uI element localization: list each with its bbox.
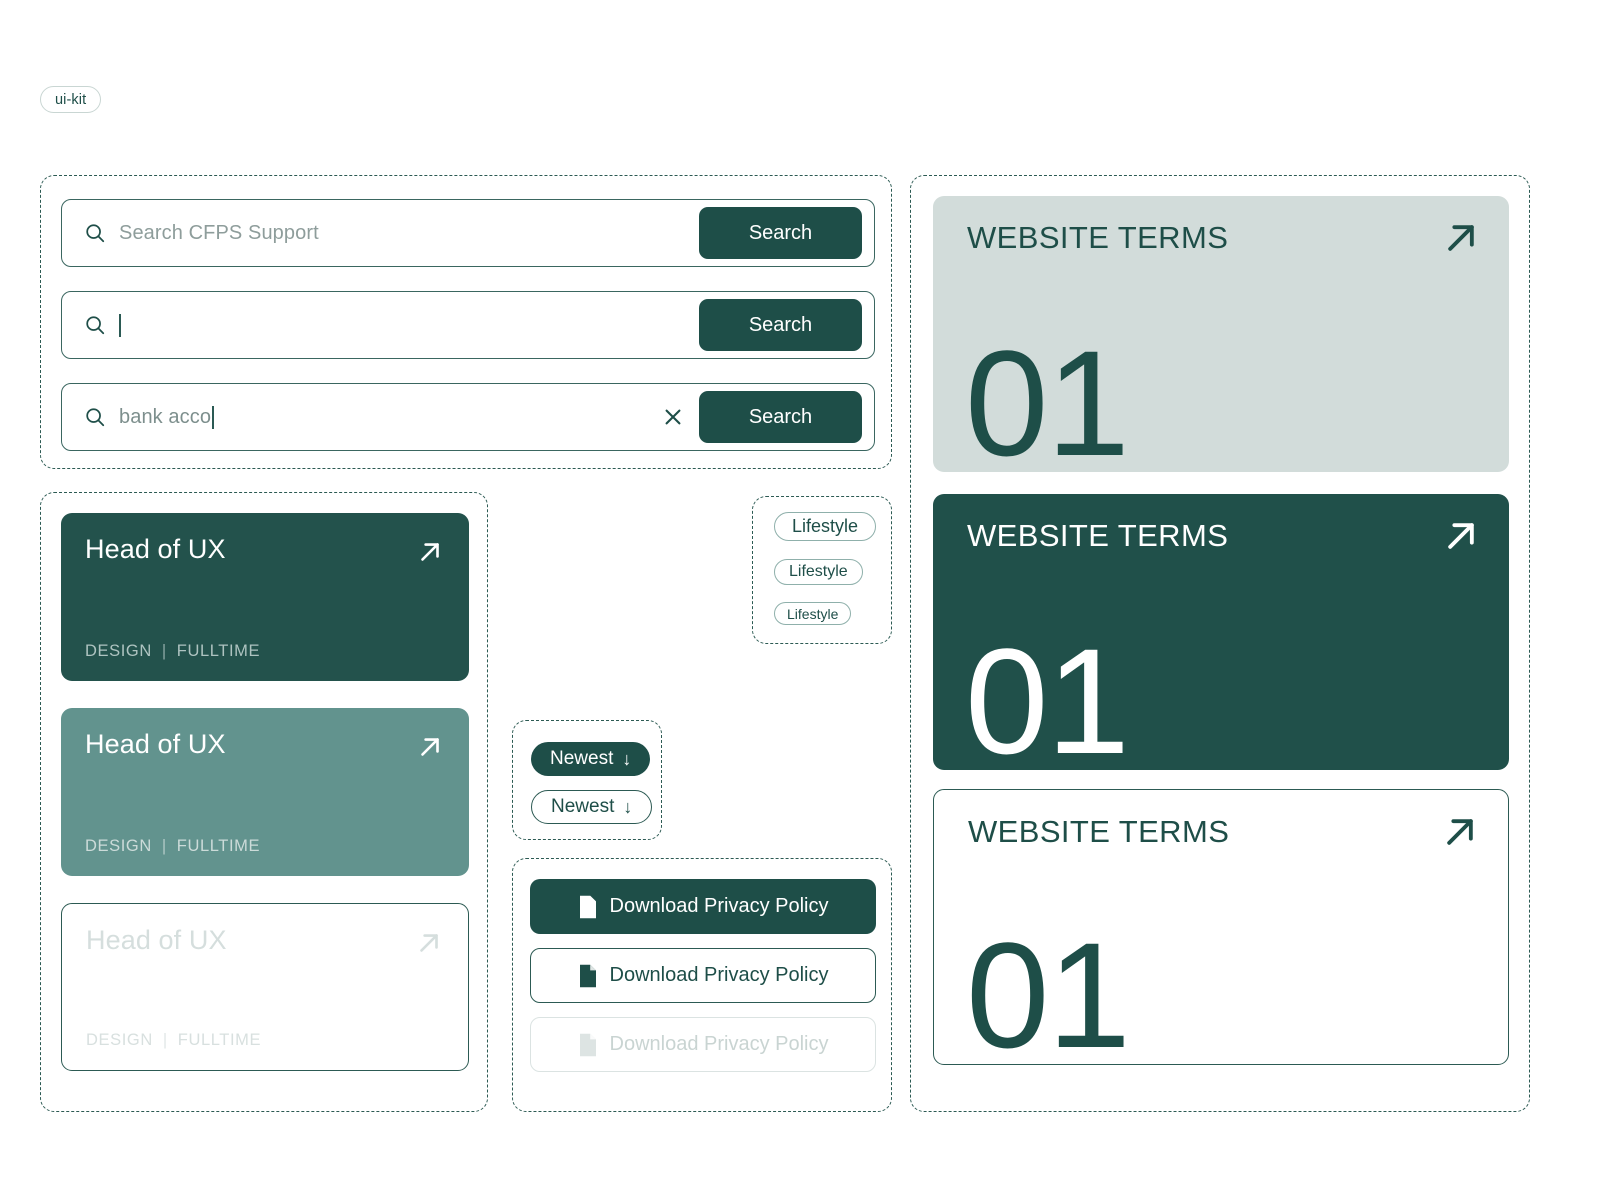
arrow-down-icon: ↓ [623, 797, 633, 817]
website-terms-title: WEBSITE TERMS [967, 518, 1229, 553]
website-terms-header: WEBSITE TERMS [968, 816, 1480, 852]
download-button-variants-frame: Download Privacy Policy Download Privacy… [512, 858, 892, 1112]
tag-pill-variants-frame: Lifestyle Lifestyle Lifestyle [752, 496, 892, 644]
arrow-up-right-icon [415, 537, 445, 567]
search-bar-placeholder[interactable]: Search CFPS Support Search [61, 199, 875, 267]
search-bar-with-value[interactable]: bank acco Search [61, 383, 875, 451]
search-icon [84, 222, 106, 244]
download-button-label: Download Privacy Policy [609, 895, 829, 917]
job-category: DESIGN [86, 1031, 153, 1049]
arrow-up-right-icon [415, 732, 445, 762]
website-terms-header: WEBSITE TERMS [967, 222, 1481, 258]
website-terms-card[interactable]: WEBSITE TERMS 01 [933, 494, 1509, 776]
job-category: DESIGN [85, 837, 152, 855]
job-card[interactable]: Head of UX DESIGN | FULLTIME [61, 513, 469, 681]
tag-pill[interactable]: Lifestyle [774, 602, 852, 625]
search-icon [84, 406, 106, 428]
job-card-header: Head of UX [85, 730, 445, 762]
website-terms-card[interactable]: WEBSITE TERMS 01 [933, 789, 1509, 1070]
website-terms-number: 01 [965, 617, 1130, 785]
sort-button-label: Newest [550, 748, 614, 769]
search-button[interactable]: Search [699, 207, 862, 259]
job-employment-type: FULLTIME [176, 837, 261, 855]
tag-pill[interactable]: Lifestyle [774, 512, 877, 541]
download-button-label: Download Privacy Policy [609, 1033, 829, 1055]
job-employment-type: FULLTIME [176, 642, 261, 660]
ui-kit-tag: ui-kit [40, 86, 102, 113]
website-terms-number: 01 [965, 319, 1130, 487]
ui-kit-page: ui-kit Search CFPS Support Search Search [0, 0, 1600, 1200]
pdf-file-icon [578, 895, 598, 919]
download-privacy-policy-button-filled[interactable]: Download Privacy Policy [530, 879, 876, 934]
text-cursor [119, 313, 121, 337]
job-meta: DESIGN | FULLTIME [85, 642, 260, 661]
job-card-header: Head of UX [86, 926, 444, 958]
search-placeholder-text: Search CFPS Support [119, 221, 319, 244]
pdf-file-icon [578, 1033, 598, 1057]
download-privacy-policy-button-outlined[interactable]: Download Privacy Policy [530, 948, 876, 1003]
meta-separator: | [161, 642, 167, 660]
job-employment-type: FULLTIME [177, 1031, 262, 1049]
job-title: Head of UX [86, 925, 227, 955]
sort-newest-button-outlined[interactable]: Newest ↓ [531, 790, 653, 824]
sort-button-variants-frame: Newest ↓ Newest ↓ [512, 720, 662, 840]
sort-button-label: Newest [551, 796, 615, 817]
arrow-up-right-icon [414, 928, 444, 958]
search-button[interactable]: Search [699, 299, 862, 351]
job-title: Head of UX [85, 534, 226, 564]
arrow-up-right-icon [1440, 812, 1480, 852]
website-terms-title: WEBSITE TERMS [967, 220, 1229, 255]
website-terms-variants-frame: WEBSITE TERMS 01 WEBSITE TERMS 01 WEBSIT… [910, 175, 1530, 1112]
pdf-file-icon [578, 964, 598, 988]
close-icon[interactable] [662, 406, 684, 428]
search-button[interactable]: Search [699, 391, 862, 443]
website-terms-card[interactable]: WEBSITE TERMS 01 [933, 196, 1509, 478]
website-terms-title: WEBSITE TERMS [968, 814, 1230, 849]
website-terms-number: 01 [966, 911, 1131, 1079]
meta-separator: | [162, 1031, 168, 1049]
job-card[interactable]: Head of UX DESIGN | FULLTIME [61, 708, 469, 876]
job-meta: DESIGN | FULLTIME [85, 837, 260, 856]
arrow-up-right-icon [1441, 218, 1481, 258]
job-title: Head of UX [85, 729, 226, 759]
job-meta: DESIGN | FULLTIME [86, 1031, 261, 1050]
tag-pill[interactable]: Lifestyle [774, 559, 863, 585]
website-terms-header: WEBSITE TERMS [967, 520, 1481, 556]
search-variants-frame: Search CFPS Support Search Search bank a… [40, 175, 892, 469]
download-button-label: Download Privacy Policy [609, 964, 829, 986]
meta-separator: | [161, 837, 167, 855]
search-input-value: bank acco [119, 405, 212, 428]
arrow-down-icon: ↓ [622, 749, 632, 769]
arrow-up-right-icon [1441, 516, 1481, 556]
download-privacy-policy-button-disabled: Download Privacy Policy [530, 1017, 876, 1072]
search-icon [84, 314, 106, 336]
job-category: DESIGN [85, 642, 152, 660]
sort-newest-button-filled[interactable]: Newest ↓ [531, 742, 651, 776]
job-card-disabled: Head of UX DESIGN | FULLTIME [61, 903, 469, 1071]
job-card-header: Head of UX [85, 535, 445, 567]
search-bar-focused-empty[interactable]: Search [61, 291, 875, 359]
job-card-variants-frame: Head of UX DESIGN | FULLTIME Head of UX [40, 492, 488, 1112]
text-cursor [212, 405, 214, 429]
